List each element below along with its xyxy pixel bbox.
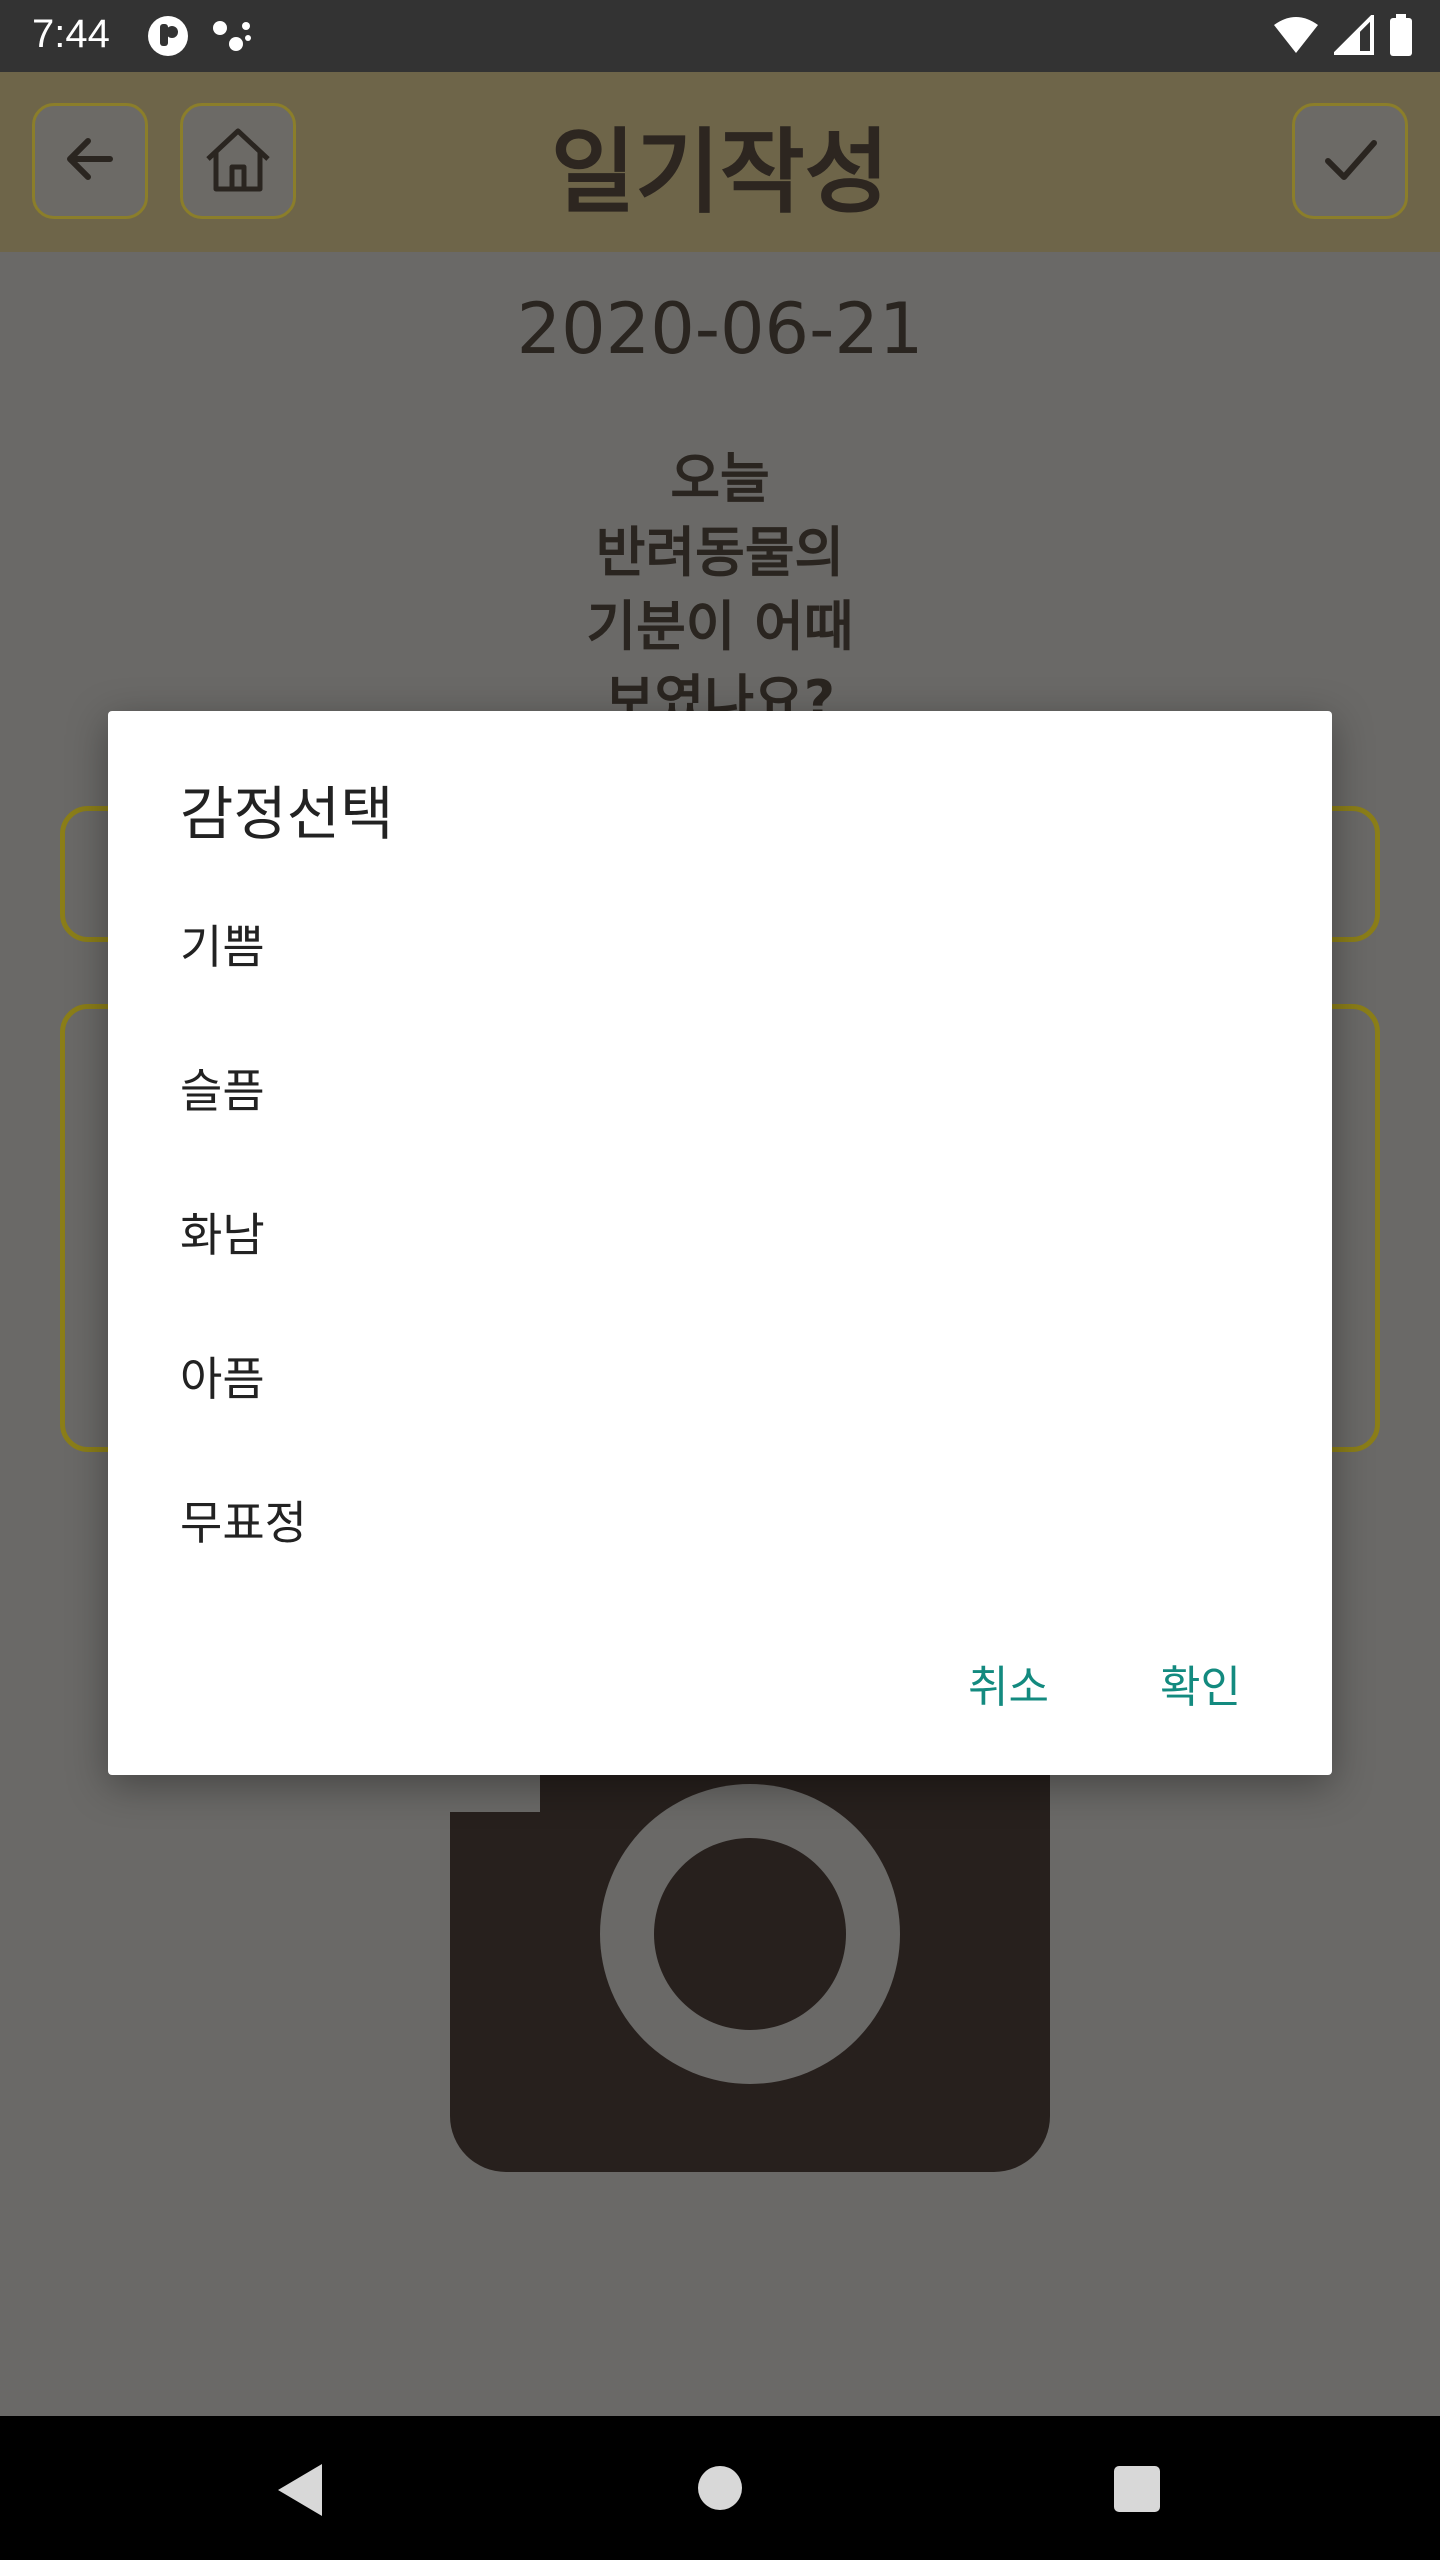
cancel-button[interactable]: 취소 (968, 1651, 1049, 1715)
signal-icon (1331, 12, 1374, 59)
option-joy[interactable]: 기쁨 (180, 911, 265, 977)
mood-question: 오늘 반려동물의 기분이 어때 보였나요? (0, 442, 1440, 738)
status-time: 7:44 (32, 12, 110, 56)
option-sadness[interactable]: 슬픔 (180, 1055, 265, 1121)
ok-button[interactable]: 확인 (1160, 1651, 1241, 1715)
camera-lens (654, 1838, 846, 2030)
confirm-button[interactable] (1292, 103, 1408, 219)
question-line: 반려동물의 (595, 521, 845, 584)
notification-dots-icon (210, 14, 254, 62)
question-line: 오늘 (670, 447, 770, 510)
page-title: 일기작성 (550, 119, 890, 226)
battery-icon (1388, 14, 1414, 60)
status-notification-icons (146, 14, 254, 62)
status-system-icons (1272, 12, 1414, 60)
navigation-bar (0, 2416, 1440, 2560)
nav-home-icon[interactable] (698, 2466, 742, 2510)
diary-date: 2020-06-21 (516, 288, 924, 370)
check-icon (1318, 127, 1382, 195)
emotion-dialog: 감정선택 기쁨 슬픔 화남 아픔 무표정 취소 확인 (108, 711, 1332, 1775)
notification-app-icon (146, 14, 190, 62)
option-neutral[interactable]: 무표정 (180, 1487, 307, 1553)
nav-recents-icon[interactable] (1114, 2466, 1160, 2512)
dialog-title: 감정선택 (180, 780, 394, 848)
option-anger[interactable]: 화남 (180, 1199, 265, 1265)
wifi-icon (1272, 15, 1320, 59)
option-pain[interactable]: 아픔 (180, 1343, 265, 1409)
nav-back-icon[interactable] (278, 2464, 322, 2516)
question-line: 기분이 어때 (586, 595, 854, 658)
status-bar: 7:44 (0, 0, 1440, 72)
